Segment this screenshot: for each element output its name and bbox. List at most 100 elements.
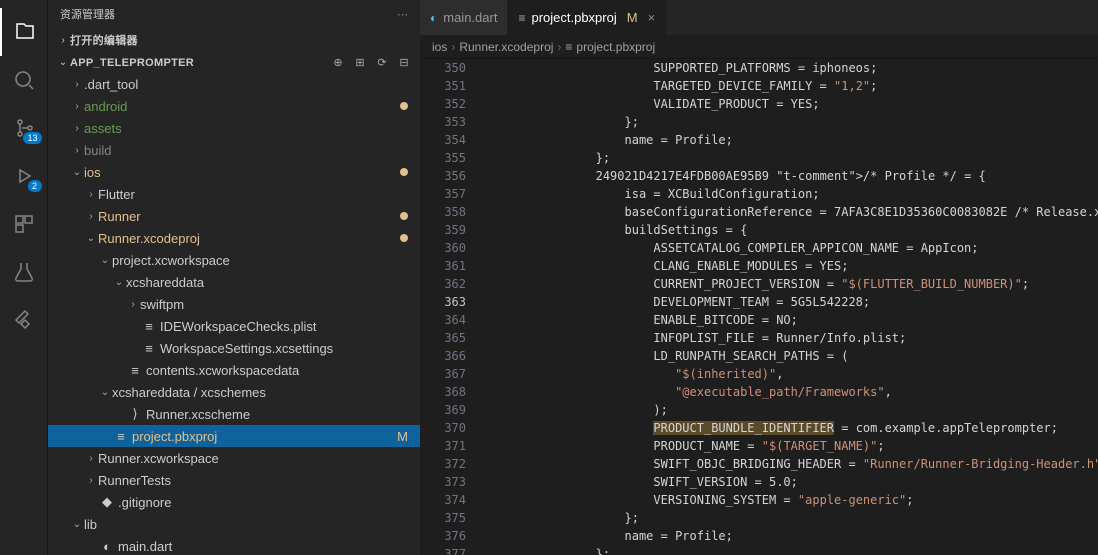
code-line[interactable]: isa = XCBuildConfiguration; (480, 185, 1098, 203)
tree-item-lib[interactable]: ⌄lib (48, 513, 420, 535)
code-line[interactable]: PRODUCT_NAME = "$(TARGET_NAME)"; (480, 437, 1098, 455)
file-icon: ◐ (430, 11, 437, 25)
chevron-down-icon: ⌄ (70, 167, 84, 178)
code-line[interactable]: name = Profile; (480, 527, 1098, 545)
code-line[interactable]: LD_RUNPATH_SEARCH_PATHS = ( (480, 347, 1098, 365)
tree-item-runner-xcworkspace[interactable]: ›Runner.xcworkspace (48, 447, 420, 469)
code-line[interactable]: }; (480, 545, 1098, 555)
code-line[interactable]: ); (480, 401, 1098, 419)
line-number: 363 (420, 293, 466, 311)
tree-item-main-dart[interactable]: ◐main.dart (48, 535, 420, 555)
activity-debug[interactable]: 2 (0, 152, 48, 200)
code-line[interactable]: }; (480, 509, 1098, 527)
file-icon: ≡ (112, 429, 130, 444)
activity-search[interactable] (0, 56, 48, 104)
chevron-down-icon: ⌄ (70, 519, 84, 530)
breadcrumb[interactable]: ios›Runner.xcodeproj›≡ project.pbxproj (420, 35, 1098, 59)
sidebar-title: 资源管理器 (60, 6, 397, 22)
activity-testing[interactable] (0, 248, 48, 296)
breadcrumb-segment[interactable]: Runner.xcodeproj (459, 40, 553, 54)
open-editors-section[interactable]: › 打开的编辑器 (48, 28, 420, 52)
code-line[interactable]: CLANG_ENABLE_MODULES = YES; (480, 257, 1098, 275)
tab-project-pbxproj[interactable]: ≡project.pbxprojM× (508, 0, 666, 35)
line-number: 357 (420, 185, 466, 203)
activity-scm[interactable]: 13 (0, 104, 48, 152)
code-line[interactable]: SWIFT_VERSION = 5.0; (480, 473, 1098, 491)
project-section[interactable]: ⌄ APP_TELEPROMPTER ⊕ ⊞ ⟳ ⊟ (48, 52, 420, 73)
tree-item-runner-xcscheme[interactable]: ⟩Runner.xcscheme (48, 403, 420, 425)
new-folder-icon[interactable]: ⊞ (352, 56, 368, 69)
activity-extensions[interactable] (0, 200, 48, 248)
code-line[interactable]: baseConfigurationReference = 7AFA3C8E1D3… (480, 203, 1098, 221)
code-area[interactable]: 3503513523533543553563573583593603613623… (420, 59, 1098, 555)
tree-item-label: contents.xcworkspacedata (146, 363, 412, 378)
tree-item-flutter[interactable]: ›Flutter (48, 183, 420, 205)
editor-area: ◐main.dart≡project.pbxprojM× ios › Runner.… (420, 0, 1098, 555)
tree-item--gitignore[interactable]: ◆.gitignore (48, 491, 420, 513)
tree-item-project-pbxproj[interactable]: ≡project.pbxprojM (48, 425, 420, 447)
chevron-right-icon: › (70, 79, 84, 90)
tree-item-xcshareddata---xcschemes[interactable]: ⌄xcshareddata / xcschemes (48, 381, 420, 403)
line-number: 356 (420, 167, 466, 185)
code-line[interactable]: TARGETED_DEVICE_FAMILY = "1,2"; (480, 77, 1098, 95)
line-number: 367 (420, 365, 466, 383)
tree-item-label: Runner.xcodeproj (98, 231, 400, 246)
line-number: 372 (420, 455, 466, 473)
tree-item-ideworkspacechecks-plist[interactable]: ≡IDEWorkspaceChecks.plist (48, 315, 420, 337)
new-file-icon[interactable]: ⊕ (330, 56, 346, 69)
code-line[interactable]: PRODUCT_BUNDLE_IDENTIFIER = com.example.… (480, 419, 1098, 437)
tree-item-runner-xcodeproj[interactable]: ⌄Runner.xcodeproj (48, 227, 420, 249)
line-number: 352 (420, 95, 466, 113)
refresh-icon[interactable]: ⟳ (374, 56, 390, 69)
code-line[interactable]: ENABLE_BITCODE = NO; (480, 311, 1098, 329)
chevron-right-icon: › (84, 453, 98, 464)
tree-item-label: project.pbxproj (132, 429, 397, 444)
tree-item-label: .dart_tool (84, 77, 412, 92)
tree-item-contents-xcworkspacedata[interactable]: ≡contents.xcworkspacedata (48, 359, 420, 381)
code-line[interactable]: SWIFT_OBJC_BRIDGING_HEADER = "Runner/Run… (480, 455, 1098, 473)
tree-item-label: .gitignore (118, 495, 412, 510)
more-icon[interactable]: ⋯ (397, 8, 408, 21)
tree-item--dart_tool[interactable]: ›.dart_tool (48, 73, 420, 95)
tree-item-assets[interactable]: ›assets (48, 117, 420, 139)
tab-main-dart[interactable]: ◐main.dart (420, 0, 508, 35)
code-line[interactable]: VALIDATE_PRODUCT = YES; (480, 95, 1098, 113)
chevron-right-icon: › (84, 211, 98, 222)
tree-item-label: IDEWorkspaceChecks.plist (160, 319, 412, 334)
breadcrumb-separator-icon: › (557, 40, 561, 54)
tree-item-workspacesettings-xcsettings[interactable]: ≡WorkspaceSettings.xcsettings (48, 337, 420, 359)
tree-item-project-xcworkspace[interactable]: ⌄project.xcworkspace (48, 249, 420, 271)
breadcrumb-segment[interactable]: ios (432, 40, 447, 54)
code-line[interactable]: VERSIONING_SYSTEM = "apple-generic"; (480, 491, 1098, 509)
activity-flutter[interactable] (0, 296, 48, 344)
line-number: 364 (420, 311, 466, 329)
code-line[interactable]: ASSETCATALOG_COMPILER_APPICON_NAME = App… (480, 239, 1098, 257)
close-icon[interactable]: × (648, 10, 656, 25)
tree-item-xcshareddata[interactable]: ⌄xcshareddata (48, 271, 420, 293)
code-line[interactable]: name = Profile; (480, 131, 1098, 149)
tree-item-ios[interactable]: ⌄ios (48, 161, 420, 183)
line-number: 361 (420, 257, 466, 275)
tree-item-swiftpm[interactable]: ›swiftpm (48, 293, 420, 315)
code-line[interactable]: INFOPLIST_FILE = Runner/Info.plist; (480, 329, 1098, 347)
code-line[interactable]: }; (480, 113, 1098, 131)
tree-item-build[interactable]: ›build (48, 139, 420, 161)
code-content[interactable]: SUPPORTED_PLATFORMS = iphoneos; TARGETED… (480, 59, 1098, 555)
code-line[interactable]: 249021D4217E4FDB00AE95B9 "t-comment">/* … (480, 167, 1098, 185)
tree-item-label: main.dart (118, 539, 412, 554)
code-line[interactable]: SUPPORTED_PLATFORMS = iphoneos; (480, 59, 1098, 77)
collapse-icon[interactable]: ⊟ (396, 56, 412, 69)
code-line[interactable]: "@executable_path/Frameworks", (480, 383, 1098, 401)
tab-bar: ◐main.dart≡project.pbxprojM× (420, 0, 1098, 35)
breadcrumb-segment[interactable]: project.pbxproj (576, 40, 655, 54)
code-line[interactable]: buildSettings = { (480, 221, 1098, 239)
line-number: 353 (420, 113, 466, 131)
tree-item-runnertests[interactable]: ›RunnerTests (48, 469, 420, 491)
code-line[interactable]: DEVELOPMENT_TEAM = 5G5L542228; (480, 293, 1098, 311)
code-line[interactable]: CURRENT_PROJECT_VERSION = "$(FLUTTER_BUI… (480, 275, 1098, 293)
code-line[interactable]: "$(inherited)", (480, 365, 1098, 383)
code-line[interactable]: }; (480, 149, 1098, 167)
tree-item-android[interactable]: ›android (48, 95, 420, 117)
activity-explorer[interactable] (0, 8, 48, 56)
tree-item-runner[interactable]: ›Runner (48, 205, 420, 227)
